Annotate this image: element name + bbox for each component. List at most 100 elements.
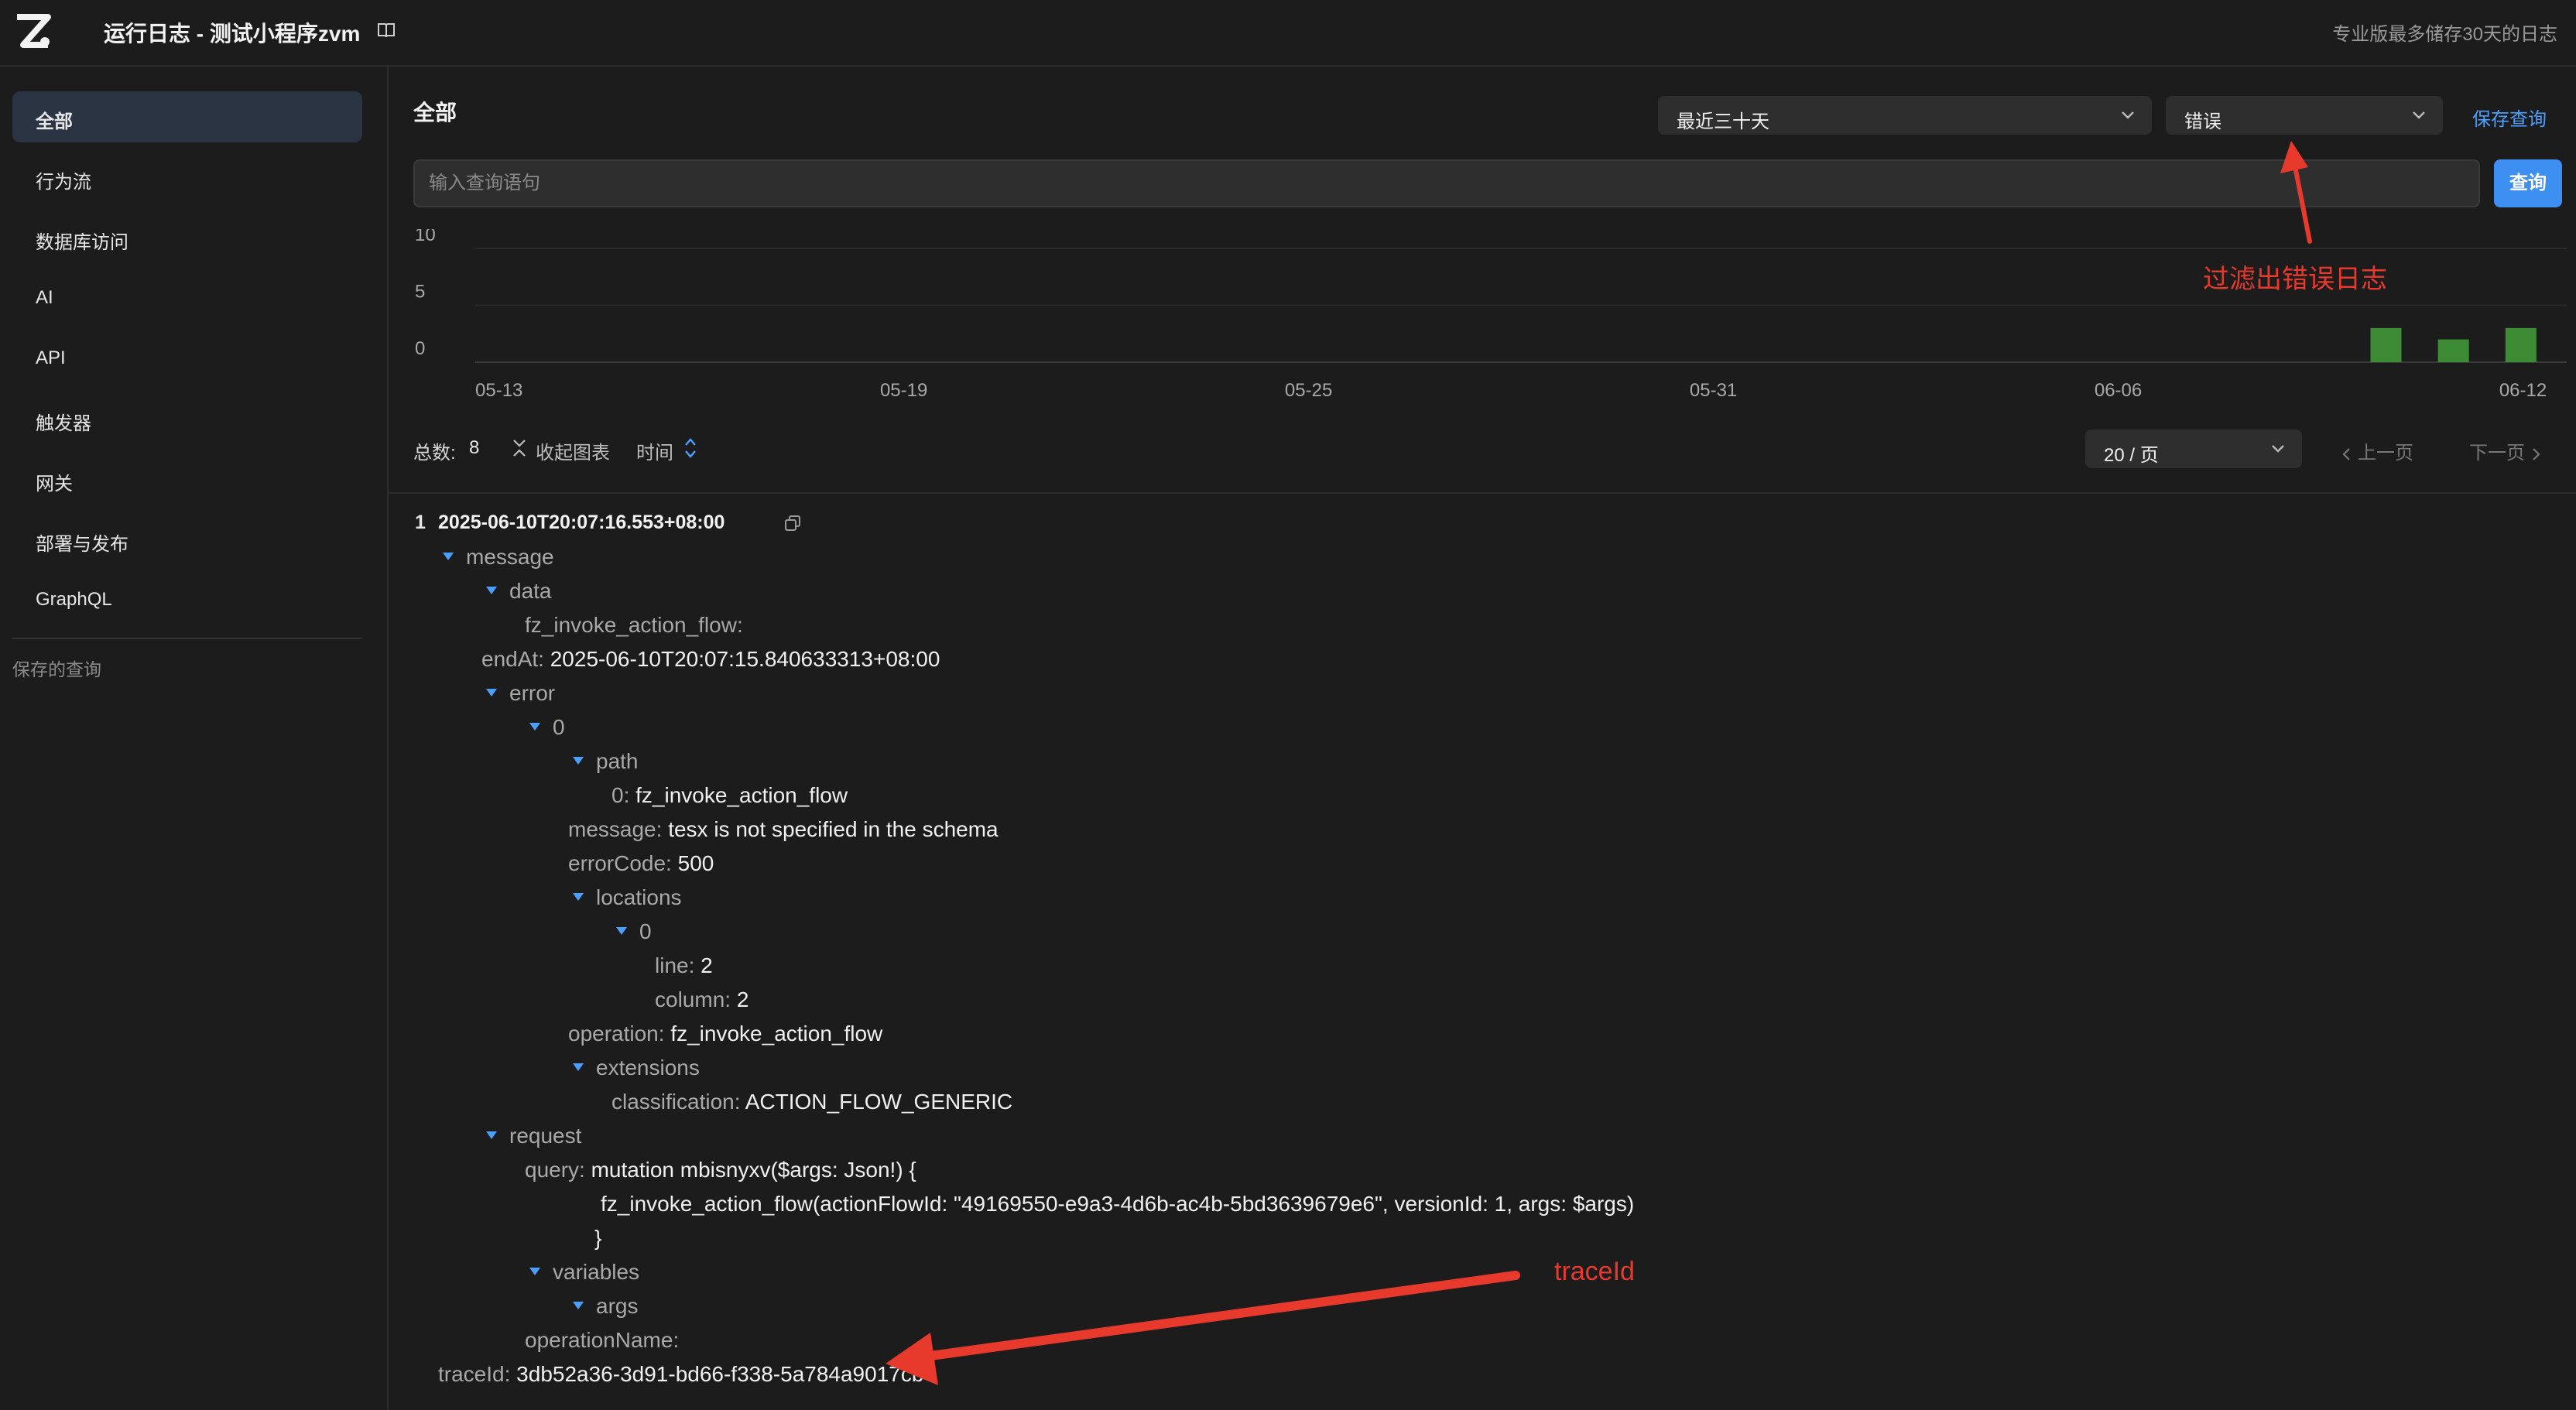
tree-key: message:	[568, 817, 663, 841]
total-count: 8	[469, 437, 480, 458]
tree-key: 0	[553, 715, 565, 739]
total-label: 总数:	[413, 443, 456, 464]
page-title: 运行日志 - 测试小程序zvm	[104, 22, 361, 46]
sidebar-item-gateway[interactable]: 网关	[12, 453, 362, 505]
tree-node-path[interactable]: path	[573, 749, 639, 774]
tree-key: 0:	[611, 783, 630, 807]
tree-value: fz_invoke_action_flow(actionFlowId: "491…	[601, 1192, 1635, 1216]
caret-down-icon	[486, 586, 497, 594]
tree-key: request	[509, 1124, 582, 1148]
sidebar-item-all[interactable]: 全部	[12, 91, 362, 142]
app-logo-icon[interactable]	[14, 14, 53, 50]
tree-node-variables[interactable]: variables	[529, 1260, 639, 1285]
query-button[interactable]: 查询	[2494, 159, 2562, 207]
tree-row-column: column: 2	[655, 987, 748, 1012]
level-filter-value: 错误	[2184, 111, 2221, 132]
tree-node-args[interactable]: args	[573, 1294, 638, 1319]
chart-y-tick-label: 0	[415, 338, 425, 359]
tree-row-endat: endAt: 2025-06-10T20:07:15.840633313+08:…	[481, 647, 940, 672]
tree-key: column:	[655, 987, 731, 1011]
saved-queries-header[interactable]: 保存的查询	[12, 655, 101, 681]
chart-y-tick-label: 10	[415, 229, 436, 245]
tree-key: operation:	[568, 1022, 665, 1046]
caret-down-icon	[486, 688, 497, 696]
page-size-select[interactable]: 20 / 页	[2085, 430, 2302, 468]
chart-y-tick-label: 5	[415, 282, 425, 303]
page-size-value: 20 / 页	[2104, 445, 2159, 466]
tree-row-operation: operation: fz_invoke_action_flow	[568, 1022, 882, 1046]
tree-node-data[interactable]: data	[486, 579, 552, 604]
tree-node-error-0[interactable]: 0	[529, 715, 565, 740]
time-sort-button[interactable]: 时间	[636, 437, 673, 464]
annotation-filter-note: 过滤出错误日志	[2203, 265, 2387, 294]
log-index: 1	[415, 512, 426, 533]
caret-down-icon	[529, 1267, 540, 1275]
tree-row-query-body: fz_invoke_action_flow(actionFlowId: "491…	[601, 1192, 1634, 1217]
save-query-link[interactable]: 保存查询	[2472, 104, 2547, 131]
caret-down-icon	[616, 926, 627, 935]
tree-key: message	[466, 545, 554, 569]
caret-down-icon	[573, 1301, 584, 1309]
sidebar-item-trigger[interactable]: 触发器	[12, 393, 362, 444]
tree-key: data	[509, 579, 552, 603]
tree-row-query: query: mutation mbisnyxv($args: Json!) {	[525, 1158, 916, 1182]
caret-down-icon	[573, 1063, 584, 1071]
collapse-chart-button[interactable]: 收起图表	[536, 437, 610, 464]
sidebar-item-label: GraphQL	[36, 589, 112, 610]
tree-node-extensions[interactable]: extensions	[573, 1056, 700, 1080]
sort-icon[interactable]	[683, 435, 698, 461]
chart-bar[interactable]	[2505, 327, 2537, 362]
sidebar-item-graphql[interactable]: GraphQL	[12, 574, 362, 625]
tree-key: errorCode:	[568, 851, 672, 875]
sidebar-item-label: 部署与发布	[36, 534, 128, 555]
sidebar-item-label: API	[36, 347, 66, 368]
tree-value: 500	[677, 851, 714, 875]
tree-row-classification: classification: ACTION_FLOW_GENERIC	[611, 1090, 1012, 1114]
time-range-select[interactable]: 最近三十天	[1658, 96, 2152, 135]
sidebar-item-deploy[interactable]: 部署与发布	[12, 514, 362, 565]
sidebar-item-label: 触发器	[36, 413, 91, 434]
prev-page-button[interactable]: 上一页	[2341, 437, 2413, 464]
tree-node-locations[interactable]: locations	[573, 885, 682, 910]
copy-icon[interactable]	[783, 514, 802, 532]
tree-value: ACTION_FLOW_GENERIC	[745, 1090, 1013, 1114]
next-page-button[interactable]: 下一页	[2469, 437, 2542, 464]
tree-row-trace-id: traceId: 3db52a36-3d91-bd66-f338-5a784a9…	[438, 1362, 923, 1387]
chart-x-tick-label: 05-19	[880, 380, 927, 401]
tree-node-message[interactable]: message	[443, 545, 554, 570]
top-header: 运行日志 - 测试小程序zvm 专业版最多储存30天的日志	[0, 0, 2576, 67]
chart-bar[interactable]	[2437, 339, 2469, 362]
tree-value: tesx is not specified in the schema	[668, 817, 999, 841]
sidebar-item-api[interactable]: API	[12, 333, 362, 384]
tree-row-fz-flow: fz_invoke_action_flow:	[525, 613, 743, 638]
trace-id-value: 3db52a36-3d91-bd66-f338-5a784a9017cb	[516, 1362, 924, 1386]
chart-bar[interactable]	[2370, 327, 2402, 362]
caret-down-icon	[573, 892, 584, 901]
log-count-chart: 10 5 0 05-13 05-19 05-25 05-31 06-06 06-12	[415, 229, 2567, 401]
sidebar-item-label: AI	[36, 287, 53, 308]
caret-down-icon	[573, 756, 584, 765]
sidebar-item-action-flow[interactable]: 行为流	[12, 152, 362, 203]
query-input[interactable]	[413, 159, 2480, 207]
level-filter-select[interactable]: 错误	[2166, 96, 2443, 135]
tree-row-error-code: errorCode: 500	[568, 851, 714, 876]
tree-key: 0	[639, 919, 652, 943]
tree-key: path	[596, 749, 639, 773]
chevron-down-icon	[2272, 445, 2284, 453]
caret-down-icon	[443, 552, 454, 560]
section-title: 全部	[413, 101, 457, 125]
tree-key: error	[509, 681, 556, 705]
tree-node-request[interactable]: request	[486, 1124, 581, 1148]
tree-value: 2	[736, 987, 749, 1011]
chart-x-tick-label: 06-06	[2095, 380, 2142, 401]
book-icon[interactable]	[376, 20, 396, 40]
tree-node-locations-0[interactable]: 0	[616, 919, 652, 944]
sidebar-item-database[interactable]: 数据库访问	[12, 212, 362, 263]
sidebar-item-ai[interactable]: AI	[12, 272, 362, 323]
tree-row-line: line: 2	[655, 953, 713, 978]
tree-value: mutation mbisnyxv($args: Json!) {	[591, 1158, 916, 1182]
collapse-icon[interactable]	[511, 438, 528, 458]
tree-value: 2025-06-10T20:07:15.840633313+08:00	[550, 647, 940, 671]
caret-down-icon	[486, 1131, 497, 1139]
tree-node-error[interactable]: error	[486, 681, 555, 706]
